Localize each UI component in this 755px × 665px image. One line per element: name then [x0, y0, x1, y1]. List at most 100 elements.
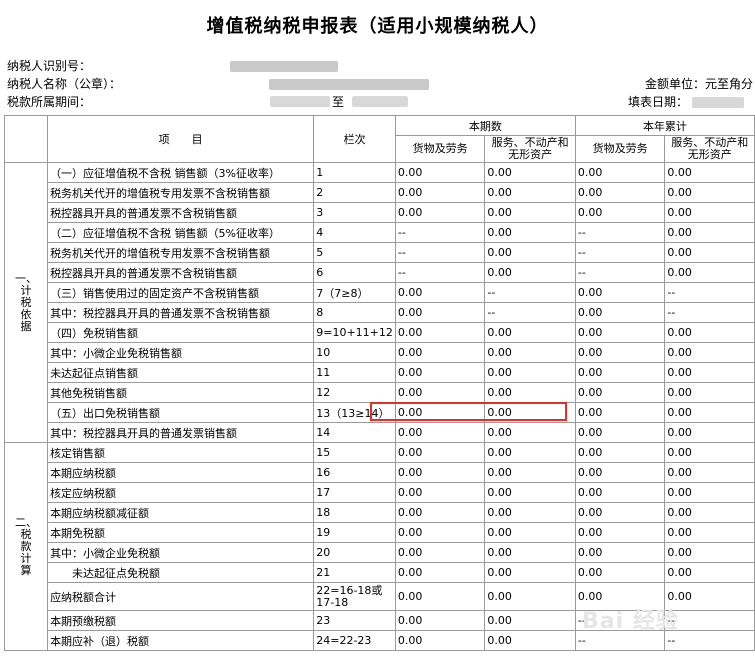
amount-cell[interactable]: 0.00 — [484, 262, 576, 283]
row-item-label: 税控器具开具的普通发票不含税销售额 — [47, 262, 315, 283]
amount-cell[interactable]: 0.00 — [664, 542, 755, 563]
amount-cell[interactable]: -- — [394, 242, 486, 263]
amount-cell[interactable]: 0.00 — [664, 262, 755, 283]
row-line-number: 3 — [313, 202, 396, 223]
amount-cell[interactable]: 0.00 — [664, 342, 755, 363]
amount-cell[interactable]: 0.00 — [394, 582, 486, 611]
amount-cell[interactable]: 0.00 — [574, 282, 666, 303]
amount-cell[interactable]: 0.00 — [484, 162, 576, 183]
amount-cell[interactable]: 0.00 — [664, 482, 755, 503]
amount-cell[interactable]: 0.00 — [394, 482, 486, 503]
amount-cell[interactable]: 0.00 — [484, 442, 576, 463]
amount-cell[interactable]: 0.00 — [394, 202, 486, 223]
amount-cell[interactable]: 0.00 — [394, 362, 486, 383]
amount-cell[interactable]: 0.00 — [394, 630, 486, 651]
amount-cell[interactable]: 0.00 — [664, 242, 755, 263]
row-line-number: 4 — [313, 222, 396, 243]
form-title: 增值税纳税申报表（适用小规模纳税人） — [206, 16, 549, 37]
amount-cell[interactable]: 0.00 — [394, 442, 486, 463]
amount-cell[interactable]: 0.00 — [664, 322, 755, 343]
amount-cell[interactable]: 0.00 — [574, 542, 666, 563]
amount-cell[interactable]: 0.00 — [484, 362, 576, 383]
col-header-item: 项 目 — [47, 115, 315, 163]
amount-cell[interactable]: 0.00 — [574, 402, 666, 423]
amount-cell[interactable]: 0.00 — [394, 302, 486, 323]
amount-cell[interactable]: 0.00 — [484, 422, 576, 443]
amount-cell[interactable]: 0.00 — [394, 542, 486, 563]
amount-cell[interactable]: 0.00 — [484, 542, 576, 563]
amount-cell[interactable]: 0.00 — [574, 162, 666, 183]
amount-cell[interactable]: -- — [484, 282, 576, 303]
row-item-label: 本期应纳税额 — [47, 462, 315, 483]
amount-cell[interactable]: 0.00 — [484, 402, 576, 423]
amount-cell[interactable]: 0.00 — [394, 502, 486, 523]
amount-cell[interactable]: 0.00 — [574, 342, 666, 363]
amount-cell[interactable]: 0.00 — [574, 322, 666, 343]
amount-cell[interactable]: -- — [574, 222, 666, 243]
amount-cell[interactable]: 0.00 — [394, 322, 486, 343]
amount-cell[interactable]: -- — [394, 222, 486, 243]
amount-cell[interactable]: 0.00 — [574, 202, 666, 223]
amount-cell[interactable]: 0.00 — [484, 502, 576, 523]
amount-cell[interactable]: 0.00 — [664, 202, 755, 223]
fill-date-value-redacted — [691, 97, 744, 108]
amount-cell[interactable]: 0.00 — [394, 462, 486, 483]
amount-cell[interactable]: -- — [574, 242, 666, 263]
amount-cell[interactable]: -- — [664, 282, 755, 303]
amount-cell[interactable]: -- — [484, 302, 576, 323]
amount-cell[interactable]: 0.00 — [574, 462, 666, 483]
amount-cell[interactable]: 0.00 — [664, 522, 755, 543]
amount-cell[interactable]: 0.00 — [394, 282, 486, 303]
amount-cell[interactable]: 0.00 — [484, 342, 576, 363]
amount-cell[interactable]: 0.00 — [394, 610, 486, 631]
amount-cell[interactable]: 0.00 — [574, 182, 666, 203]
row-item-label: 未达起征点销售额 — [47, 362, 315, 383]
amount-cell[interactable]: 0.00 — [394, 162, 486, 183]
amount-cell[interactable]: 0.00 — [574, 482, 666, 503]
amount-cell[interactable]: 0.00 — [484, 322, 576, 343]
amount-cell[interactable]: 0.00 — [484, 222, 576, 243]
amount-cell[interactable]: 0.00 — [484, 582, 576, 611]
amount-cell[interactable]: 0.00 — [574, 362, 666, 383]
amount-cell[interactable]: 0.00 — [394, 422, 486, 443]
amount-cell[interactable]: 0.00 — [484, 610, 576, 631]
amount-cell[interactable]: 0.00 — [574, 522, 666, 543]
amount-cell[interactable]: -- — [664, 302, 755, 323]
amount-cell[interactable]: 0.00 — [664, 362, 755, 383]
amount-cell[interactable]: 0.00 — [484, 242, 576, 263]
amount-cell[interactable]: 0.00 — [664, 462, 755, 483]
amount-cell[interactable]: 0.00 — [484, 182, 576, 203]
table-row: 其中：小微企业免税销售额 10 0.00 0.00 0.00 0.00 — [5, 342, 755, 363]
amount-cell[interactable]: 0.00 — [664, 562, 755, 583]
amount-cell[interactable]: 0.00 — [664, 162, 755, 183]
amount-cell[interactable]: 0.00 — [484, 630, 576, 651]
amount-cell[interactable]: 0.00 — [574, 502, 666, 523]
amount-cell[interactable]: 0.00 — [664, 222, 755, 243]
amount-cell[interactable]: 0.00 — [574, 442, 666, 463]
amount-cell[interactable]: 0.00 — [664, 442, 755, 463]
amount-cell[interactable]: -- — [574, 262, 666, 283]
amount-cell[interactable]: -- — [394, 262, 486, 283]
amount-cell[interactable]: 0.00 — [664, 502, 755, 523]
amount-cell[interactable]: 0.00 — [664, 402, 755, 423]
amount-cell[interactable]: 0.00 — [574, 302, 666, 323]
amount-cell[interactable]: 0.00 — [484, 522, 576, 543]
amount-cell[interactable]: 0.00 — [484, 482, 576, 503]
amount-cell[interactable]: 0.00 — [394, 562, 486, 583]
amount-cell[interactable]: 0.00 — [394, 522, 486, 543]
amount-cell[interactable]: 0.00 — [664, 422, 755, 443]
amount-cell[interactable]: 0.00 — [484, 382, 576, 403]
amount-cell[interactable]: 0.00 — [574, 562, 666, 583]
amount-cell[interactable]: 0.00 — [574, 422, 666, 443]
amount-cell[interactable]: 0.00 — [484, 202, 576, 223]
row-line-number: 1 — [313, 162, 396, 183]
amount-cell[interactable]: 0.00 — [484, 462, 576, 483]
amount-cell[interactable]: 0.00 — [394, 382, 486, 403]
amount-cell[interactable]: 0.00 — [394, 342, 486, 363]
amount-cell[interactable]: 0.00 — [664, 382, 755, 403]
amount-cell[interactable]: 0.00 — [394, 182, 486, 203]
amount-cell[interactable]: 0.00 — [574, 382, 666, 403]
amount-cell[interactable]: 0.00 — [664, 182, 755, 203]
amount-cell[interactable]: 0.00 — [394, 402, 486, 423]
amount-cell[interactable]: 0.00 — [484, 562, 576, 583]
